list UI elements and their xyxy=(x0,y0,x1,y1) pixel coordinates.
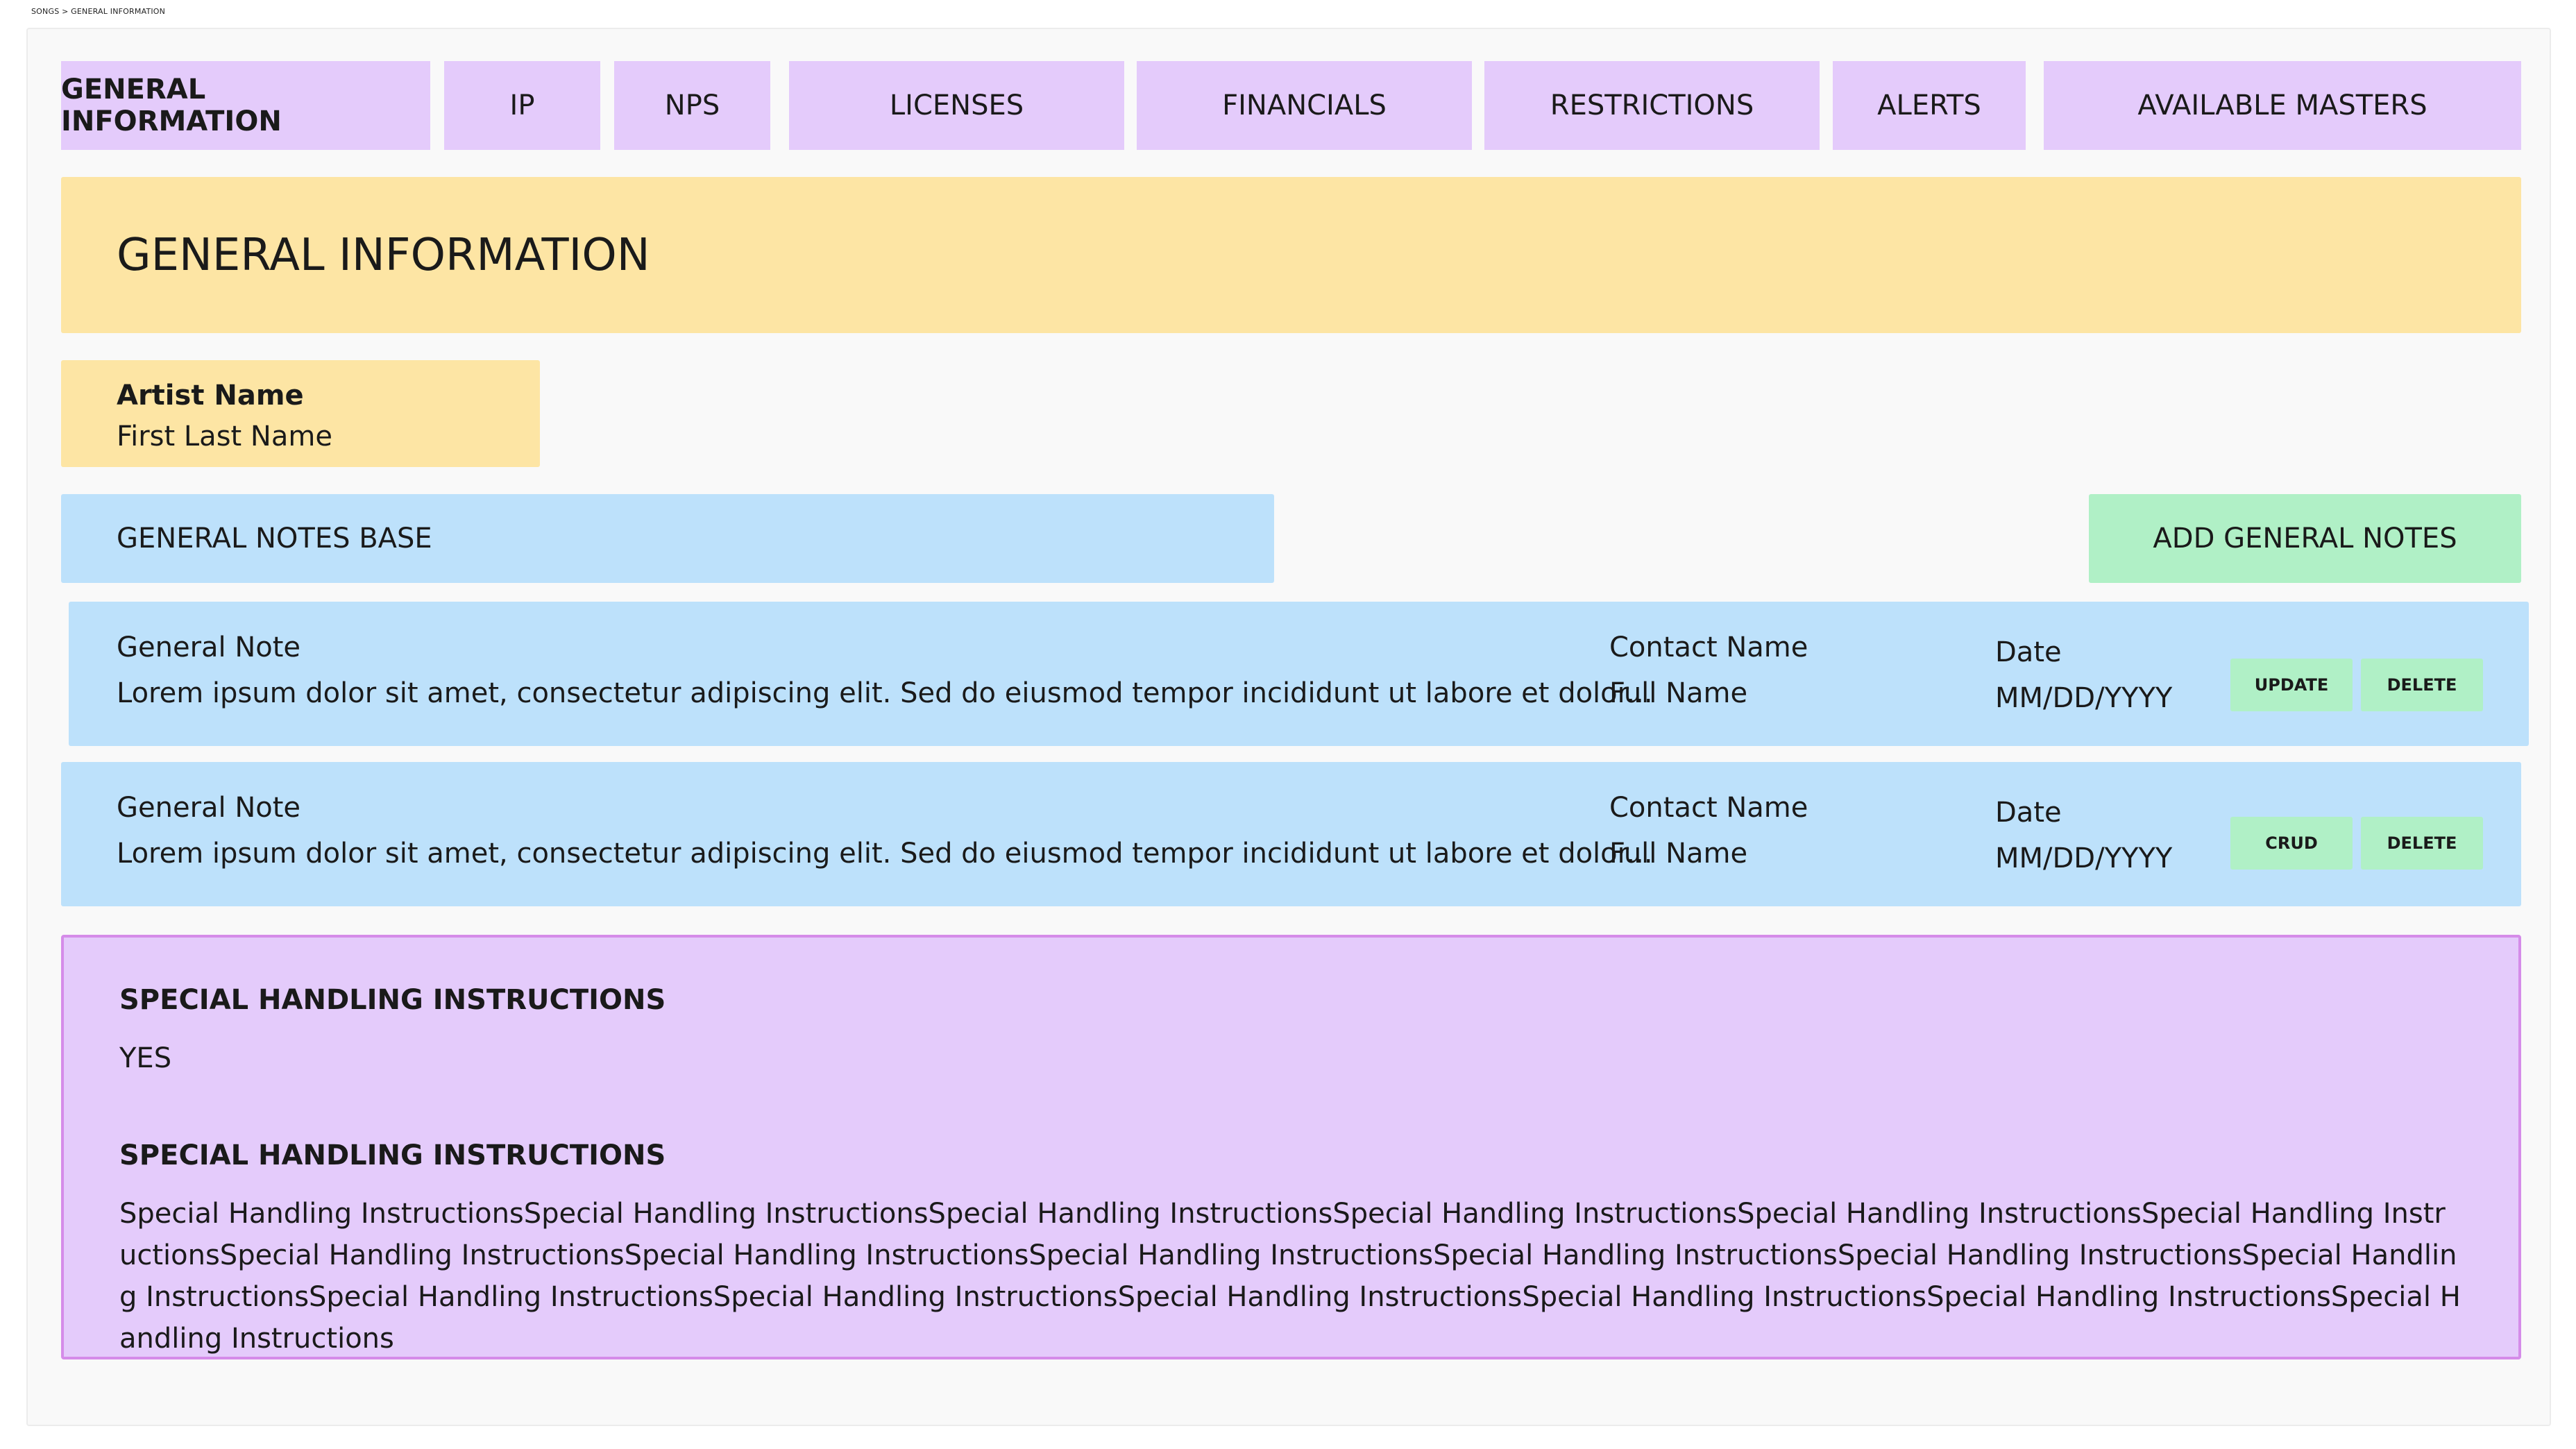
tab-general-information[interactable]: GENERAL INFORMATION xyxy=(61,61,430,150)
note-row: General Note Lorem ipsum dolor sit amet,… xyxy=(69,602,2529,746)
contact-name-value: Full Name xyxy=(1609,677,1748,709)
contact-name-label: Contact Name xyxy=(1609,792,1808,824)
note-row: General Note Lorem ipsum dolor sit amet,… xyxy=(61,762,2521,906)
tab-restrictions[interactable]: RESTRICTIONS xyxy=(1484,61,1820,150)
artist-name-label: Artist Name xyxy=(117,380,304,412)
tab-nps[interactable]: NPS xyxy=(614,61,770,150)
section-header: GENERAL INFORMATION xyxy=(61,177,2521,333)
special-handling-heading: SPECIAL HANDLING INSTRUCTIONS xyxy=(119,984,666,1016)
note-text: Lorem ipsum dolor sit amet, consectetur … xyxy=(117,677,1653,709)
date-label: Date xyxy=(1995,797,2062,829)
tab-available-masters[interactable]: AVAILABLE MASTERS xyxy=(2044,61,2521,150)
general-notes-header: GENERAL NOTES BASE xyxy=(61,494,1274,583)
crud-button[interactable]: CRUD xyxy=(2230,817,2353,870)
date-label: Date xyxy=(1995,636,2062,668)
tab-ip[interactable]: IP xyxy=(444,61,600,150)
note-label: General Note xyxy=(117,632,301,663)
tab-licenses[interactable]: LICENSES xyxy=(789,61,1124,150)
special-handling-panel: SPECIAL HANDLING INSTRUCTIONS YES SPECIA… xyxy=(61,935,2521,1359)
tab-financials[interactable]: FINANCIALS xyxy=(1137,61,1472,150)
artist-name-value: First Last Name xyxy=(117,421,332,452)
update-button[interactable]: UPDATE xyxy=(2230,659,2353,711)
breadcrumb: SONGS > GENERAL INFORMATION xyxy=(31,7,166,16)
special-handling-instructions-heading: SPECIAL HANDLING INSTRUCTIONS xyxy=(119,1139,666,1171)
date-value: MM/DD/YYYY xyxy=(1995,682,2173,714)
contact-name-label: Contact Name xyxy=(1609,632,1808,663)
special-handling-instructions-text: Special Handling InstructionsSpecial Han… xyxy=(119,1198,2461,1355)
note-label: General Note xyxy=(117,792,301,824)
delete-button[interactable]: DELETE xyxy=(2361,659,2483,711)
tab-alerts[interactable]: ALERTS xyxy=(1833,61,2026,150)
date-value: MM/DD/YYYY xyxy=(1995,842,2173,874)
delete-button[interactable]: DELETE xyxy=(2361,817,2483,870)
add-general-notes-button[interactable]: ADD GENERAL NOTES xyxy=(2089,494,2521,583)
artist-card: Artist Name First Last Name xyxy=(61,360,540,467)
special-handling-value: YES xyxy=(119,1042,172,1074)
contact-name-value: Full Name xyxy=(1609,838,1748,870)
page-title: GENERAL INFORMATION xyxy=(117,229,650,281)
note-text: Lorem ipsum dolor sit amet, consectetur … xyxy=(117,838,1653,870)
general-notes-title: GENERAL NOTES BASE xyxy=(117,523,432,554)
